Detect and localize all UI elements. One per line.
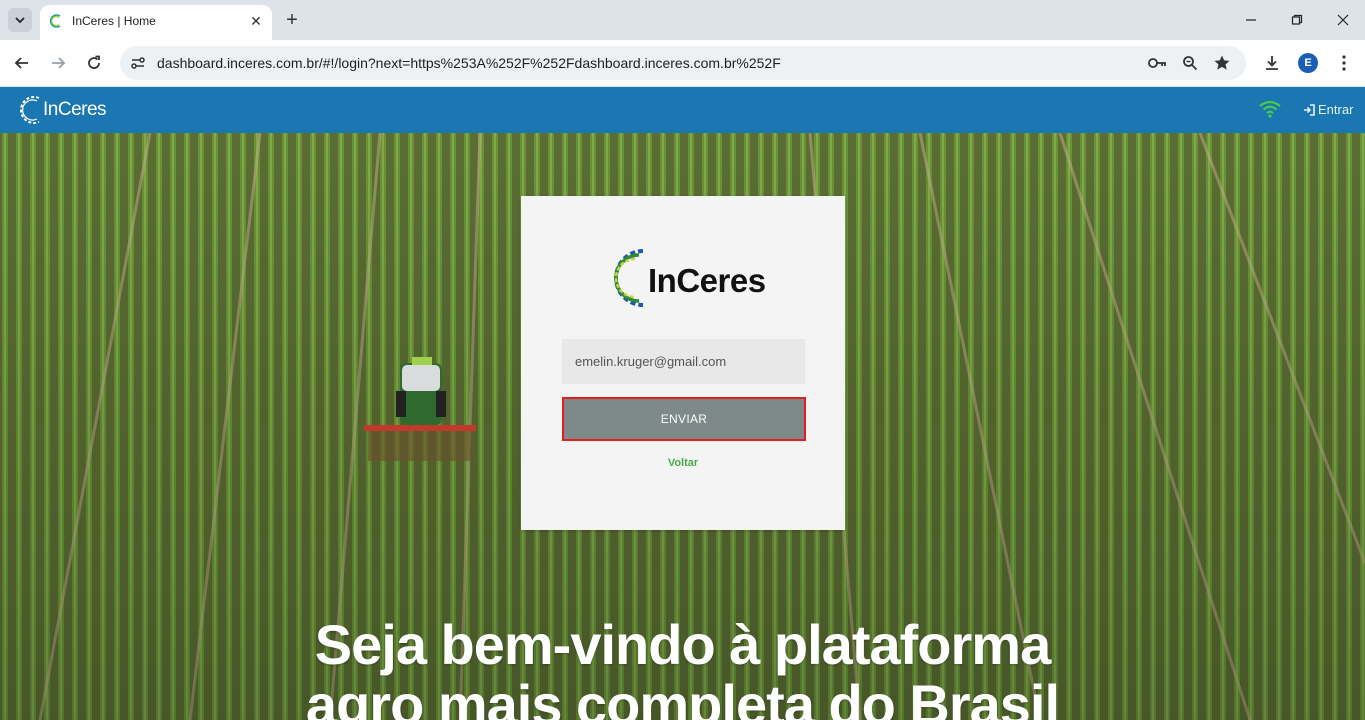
welcome-line-2: agro mais completa do Brasil [305, 673, 1060, 720]
app-header: InCeres Entrar [0, 87, 1365, 133]
web-page: InCeres Entrar InCeres emelin.kruger@gma… [0, 87, 1365, 720]
welcome-heading: Seja bem-vindo à plataforma agro mais co… [0, 615, 1365, 720]
browser-tab-strip: InCeres | Home ✕ + [0, 0, 1365, 40]
tab-title: InCeres | Home [72, 14, 156, 28]
download-icon[interactable] [1261, 52, 1283, 74]
login-card: InCeres ENVIAR Voltar [521, 196, 845, 530]
email-field[interactable] [562, 339, 805, 384]
card-brand: InCeres [648, 262, 766, 299]
site-info-icon[interactable] [128, 53, 148, 73]
tab-search-button[interactable] [8, 8, 32, 32]
url-text[interactable]: dashboard.inceres.com.br/#!/login?next=h… [157, 55, 781, 71]
profile-avatar[interactable]: E [1298, 53, 1318, 73]
header-brand: InCeres [43, 99, 107, 120]
close-icon[interactable]: ✕ [248, 13, 264, 29]
sign-in-icon [1304, 103, 1315, 116]
wifi-icon [1259, 100, 1281, 118]
star-icon[interactable] [1212, 53, 1232, 73]
welcome-line-1: Seja bem-vindo à plataforma [314, 613, 1051, 676]
zoom-icon[interactable] [1180, 53, 1200, 73]
browser-toolbar: dashboard.inceres.com.br/#!/login?next=h… [0, 40, 1365, 87]
address-bar[interactable]: dashboard.inceres.com.br/#!/login?next=h… [120, 46, 1246, 80]
minimize-icon[interactable] [1231, 6, 1271, 34]
key-icon[interactable] [1148, 53, 1168, 73]
back-arrow-icon[interactable] [9, 50, 35, 76]
login-link-label: Entrar [1318, 102, 1354, 117]
plus-icon[interactable]: + [281, 9, 303, 31]
reload-icon[interactable] [81, 50, 107, 76]
restore-icon[interactable] [1277, 6, 1317, 34]
header-logo[interactable]: InCeres [17, 92, 117, 128]
forward-arrow-icon[interactable] [45, 50, 71, 76]
send-button[interactable]: ENVIAR [562, 397, 806, 441]
window-close-icon[interactable] [1323, 6, 1363, 34]
login-link[interactable]: Entrar [1303, 102, 1353, 117]
inceres-favicon-icon [49, 14, 61, 28]
browser-tab[interactable]: InCeres | Home ✕ [40, 5, 272, 40]
card-logo: InCeres [597, 243, 777, 313]
chevron-down-icon [15, 17, 25, 24]
kebab-menu-icon[interactable] [1334, 52, 1354, 74]
back-link[interactable]: Voltar [521, 457, 845, 469]
